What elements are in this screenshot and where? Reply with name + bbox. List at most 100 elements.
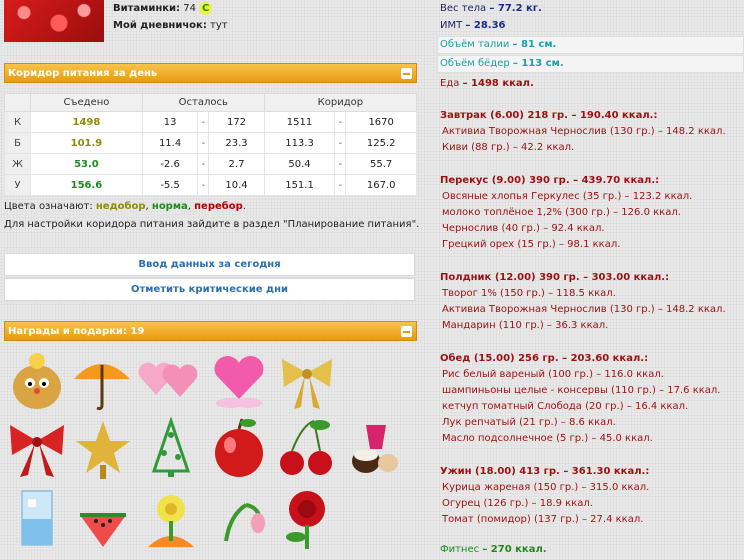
meal-item: Овсяные хлопья Геркулес (35 гр.) – 123.2… [442, 191, 693, 202]
row-label: Б [4, 132, 31, 154]
legend-norm: норма [151, 201, 188, 212]
row-label: Ж [4, 153, 31, 175]
row-label: У [4, 174, 31, 196]
tulip-gift[interactable] [206, 485, 272, 551]
tree-gift[interactable] [138, 415, 204, 481]
apple-gift[interactable] [206, 415, 272, 481]
corridor-min: 1511 [263, 111, 336, 133]
corridor-min: 151.1 [263, 174, 336, 196]
fitness-value: – 270 ккал. [482, 544, 547, 555]
corridor-min: 50.4 [263, 153, 336, 175]
left-min: 13 [141, 111, 199, 133]
meal-title: Перекус (9.00) 390 гр. – 439.70 ккал.: [440, 175, 660, 186]
weight-value: – 77.2 кг. [489, 3, 542, 14]
corridor-header-row: Съедено Осталось Коридор [4, 93, 418, 112]
watermelon-gift[interactable] [70, 485, 136, 551]
corridor-max: 125.2 [345, 132, 417, 154]
meal-item: Огурец (126 гр.) – 18.9 ккал. [442, 498, 593, 509]
fitness-line: Фитнес – 270 ккал. [440, 543, 547, 557]
left-dash: - [197, 174, 210, 196]
collapse-icon[interactable] [401, 326, 412, 337]
hearts-gift[interactable] [136, 347, 202, 413]
meal-item: Чернослив (40 гр.) – 92.4 ккал. [442, 223, 605, 234]
critical-days-button[interactable]: Отметить критические дни [4, 278, 415, 301]
vitamins-row: Витаминки: 74 C [113, 0, 228, 17]
eaten-value: 53.0 [30, 153, 143, 175]
collapse-icon[interactable] [401, 68, 412, 79]
left-column: Витаминки: 74 C Мой дневничок: тут Корид… [0, 0, 432, 560]
ribbon-gift[interactable] [4, 415, 70, 481]
fitness-label: Фитнес [440, 544, 480, 555]
corridor-max: 55.7 [345, 153, 417, 175]
vitamins-label: Витаминки: [113, 3, 181, 14]
eaten-value: 101.9 [30, 132, 143, 154]
corridor-row: Б 101.9 11.4-23.3 113.3-125.2 [4, 132, 417, 154]
corridor-panel-header[interactable]: Коридор питания за день [4, 63, 417, 83]
bow-gift[interactable] [274, 347, 340, 413]
waist-label: Объём талии [440, 39, 510, 50]
food-label: Еда [440, 78, 460, 89]
corridor-row: К 1498 13-172 1511-1670 [4, 111, 417, 133]
umbrella-gift[interactable] [68, 347, 134, 413]
bmi-line: ИМТ – 28.36 [440, 19, 506, 33]
meal-item: Курица жареная (150 гр.) – 315.0 ккал. [442, 482, 650, 493]
left-dash: - [197, 132, 210, 154]
heart-gift[interactable] [206, 347, 272, 413]
left-max: 2.7 [208, 153, 265, 175]
meal-item: Активиа Творожная Чернослив (130 гр.) – … [442, 304, 726, 315]
corridor-dash: - [334, 174, 347, 196]
left-max: 23.3 [208, 132, 265, 154]
candy-gift[interactable] [342, 415, 408, 481]
column-header [4, 93, 31, 112]
corridor-table: Съедено Осталось Коридор К 1498 13-172 1511… [4, 93, 418, 196]
gifts-grid [4, 347, 417, 560]
meal-item: Творог 1% (150 гр.) – 118.5 ккал. [442, 288, 616, 299]
column-header-corridor: Коридор [263, 93, 418, 112]
profile-photo[interactable] [4, 0, 104, 42]
meal-item: Масло подсолнечное (5 гр.) – 45.0 ккал. [442, 433, 653, 444]
enter-data-button[interactable]: Ввод данных за сегодня [4, 253, 415, 276]
food-line: Еда – 1498 ккал. [440, 77, 534, 91]
eaten-value: 156.6 [30, 174, 143, 196]
color-legend: Цвета означают: недобор, норма, перебор. [4, 201, 246, 212]
meal-title: Завтрак (6.00) 218 гр. – 190.40 ккал.: [440, 110, 658, 121]
corridor-row: У 156.6 -5.5-10.4 151.1-167.0 [4, 174, 417, 196]
meal-item: Рис белый вареный (100 гр.) – 116.0 ккал… [442, 369, 664, 380]
gifts-title: Награды и подарки: 19 [8, 326, 145, 337]
weight-line: Вес тела – 77.2 кг. [440, 2, 542, 16]
column-header-left: Осталось [141, 93, 265, 112]
meal-item: Активиа Творожная Чернослив (130 гр.) – … [442, 126, 726, 137]
left-dash: - [197, 111, 210, 133]
meal-title: Ужин (18.00) 413 гр. – 361.30 ккал.: [440, 466, 650, 477]
left-min: -5.5 [141, 174, 199, 196]
profile-info: Витаминки: 74 C Мой дневничок: тут [113, 0, 228, 34]
gifts-panel-header[interactable]: Награды и подарки: 19 [4, 321, 417, 341]
hips-label: Объём бёдер [440, 58, 510, 69]
meal-item: Мандарин (110 гр.) – 36.3 ккал. [442, 320, 609, 331]
bmi-label: ИМТ [440, 20, 463, 31]
glass-gift[interactable] [4, 485, 70, 551]
rose-gift[interactable] [274, 485, 340, 551]
meal-title: Полдник (12.00) 390 гр. – 303.00 ккал.: [440, 272, 670, 283]
diary-link[interactable]: тут [210, 20, 228, 31]
scarecrow-gift[interactable] [4, 347, 70, 413]
meal-item: шампиньоны целые - консервы (110 гр.) – … [442, 385, 721, 396]
flower-gift[interactable] [138, 485, 204, 551]
hips-line: Объём бёдер – 113 см. [440, 57, 564, 71]
weight-label: Вес тела [440, 3, 487, 14]
bmi-value: – 28.36 [465, 20, 506, 31]
waist-value: – 81 см. [512, 39, 557, 50]
star-gift[interactable] [70, 415, 136, 481]
column-header-eaten: Съедено [30, 93, 143, 112]
legend-under: недобор [95, 201, 146, 212]
meal-item: молоко топлёное 1,2% (300 гр.) – 126.0 к… [442, 207, 681, 218]
waist-line: Объём талии – 81 см. [440, 38, 556, 52]
meal-title: Обед (15.00) 256 гр. – 203.60 ккал.: [440, 353, 649, 364]
corridor-row: Ж 53.0 -2.6-2.7 50.4-55.7 [4, 153, 417, 175]
corridor-min: 113.3 [263, 132, 336, 154]
corridor-dash: - [334, 111, 347, 133]
meal-item: Грецкий орех (15 гр.) – 98.1 ккал. [442, 239, 621, 250]
corridor-dash: - [334, 132, 347, 154]
cherry-gift[interactable] [274, 415, 340, 481]
legend-over: перебор [194, 201, 243, 212]
